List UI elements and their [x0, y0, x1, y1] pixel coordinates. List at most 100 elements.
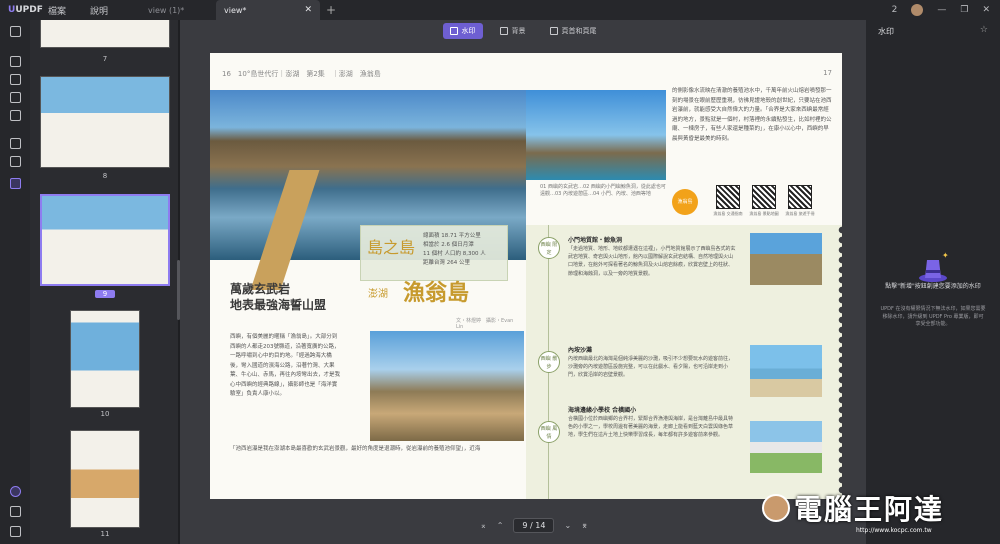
empty-state-title: 點擊"新增"按鈕創建您要添加的水印 — [885, 283, 981, 290]
thumbnail-panel: 7 8 9 10 11 — [30, 20, 178, 544]
section-title: 小門地質館・鯨魚洞 — [568, 237, 623, 244]
page-icon[interactable] — [10, 92, 21, 103]
thumbnail-page-9[interactable] — [40, 194, 170, 286]
watermark-tool-icon[interactable] — [10, 178, 21, 189]
close-icon[interactable]: ✕ — [304, 5, 312, 15]
tool-rail — [0, 20, 30, 544]
close-window-icon[interactable]: ✕ — [982, 5, 990, 15]
running-header-right: 17 — [823, 69, 832, 77]
thumbnail-label-selected: 9 — [95, 290, 115, 298]
article-title: 萬歲玄武岩 地表最強海誓山盟 澎湖 漁翁島 文・林煜婷 攝影・Evan Lin — [230, 275, 520, 330]
watermark-icon — [449, 27, 458, 35]
stamp-edge — [832, 225, 842, 499]
thumbnail-page-11[interactable] — [70, 430, 140, 528]
title-left: 萬歲玄武岩 地表最強海誓山盟 — [230, 281, 326, 313]
page-count[interactable]: 2 — [892, 5, 898, 15]
info-box-title: 島之島 — [367, 238, 416, 257]
article-body-1: 西嶼，有個美麗的暱稱「漁翁島」。大部分到西嶼的人都走203號縣道，沿著寬廣的公路… — [230, 334, 341, 397]
form-icon[interactable] — [10, 110, 21, 121]
section-photo — [750, 421, 822, 473]
menu-file[interactable]: 檔案 — [36, 4, 78, 17]
tab-view-active[interactable]: view* ✕ — [216, 0, 320, 20]
thumbnail-page-10[interactable] — [70, 310, 140, 408]
tab-view-1[interactable]: view (1)* — [140, 0, 212, 20]
total-pages: 14 — [535, 521, 546, 530]
avatar[interactable] — [911, 4, 924, 16]
app-logo: UUPDF — [8, 5, 43, 15]
panel-title: 水印 — [878, 27, 894, 36]
info-badge: 漁翁島 INFO — [672, 189, 698, 231]
title-line-1: 萬歲玄武岩 — [230, 282, 291, 296]
title-main: 漁翁島 — [403, 280, 470, 306]
next-page-icon[interactable]: ⌄ — [564, 521, 571, 530]
watermark-button[interactable]: 水印 — [442, 23, 483, 39]
comment-icon[interactable] — [10, 56, 21, 67]
section-photo — [750, 345, 822, 397]
coast-photo — [370, 331, 524, 441]
section-body: 「走過地質、地形、地紋都遭遇在這裡」，小門地質館展示了西嶼島各式的玄武岩地質、奇… — [568, 246, 736, 277]
restore-icon[interactable]: ❐ — [960, 5, 968, 15]
site-watermark-url: http://www.kocpc.com.tw — [856, 527, 932, 534]
menu-help[interactable]: 說明 — [78, 4, 120, 17]
thumbnail-label: 11 — [100, 530, 110, 538]
running-header-left: 16 10°島世代行｜澎湖 第2集 ｜澎湖 漁翁島 — [222, 70, 381, 78]
info-box: 島之島 總面積 18.71 平方公里 相當於 2.6 個日月潭 11 個村 人口… — [360, 225, 508, 281]
title-prefix: 澎湖 — [368, 289, 388, 300]
prev-page-icon[interactable]: ⌃ — [497, 521, 504, 530]
section-tag: 西嶼 限定 — [538, 237, 560, 259]
svg-text:✦: ✦ — [942, 251, 949, 260]
title-line-2: 地表最強海誓山盟 — [230, 298, 327, 312]
minimize-icon[interactable]: — — [937, 5, 946, 15]
section-body: 合橫國小位於西嶼鄉的合界村，緊鄰合界漁港與海岸，是台灣離島中最具特色的小學之一，… — [568, 416, 734, 439]
spots-section: 西嶼 限定 小門地質館・鯨魚洞 「走過地質、地形、地紋都遭遇在這裡」，小門地質館… — [526, 225, 842, 499]
sea-arch-photo — [526, 90, 666, 180]
background-label: 背景 — [511, 27, 526, 35]
qr-code — [752, 185, 776, 209]
new-tab-icon[interactable]: + — [326, 3, 336, 17]
stat-population: 11 個村 人口約 8,300 人 — [423, 251, 486, 257]
page-navigator: ⌅ ⌃ 9 / 14 ⌄ ⌆ — [480, 518, 588, 533]
photo-caption: 01 西嶼的玄武岩…02 西嶼的小門嶼鯨魚洞，從此處也可遠觀…03 內垵遊憩區…… — [540, 184, 666, 197]
thumbnail-page-7[interactable] — [40, 20, 170, 48]
info-stats: 總面積 18.71 平方公里 相當於 2.6 個日月潭 11 個村 人口約 8,… — [423, 232, 486, 268]
page-separator: / — [530, 521, 533, 530]
reader-icon[interactable] — [10, 26, 21, 37]
info-qr-row: 漁翁島 INFO 漁翁島 交通指南 漁翁島 景點地圖 漁翁島 旅遊手冊 — [672, 185, 832, 231]
qr-label: 漁翁島 景點地圖 — [749, 211, 779, 216]
qr-label: 漁翁島 交通指南 — [713, 211, 743, 216]
tab-label: view* — [224, 5, 247, 15]
qr-label: 漁翁島 旅遊手冊 — [785, 211, 815, 216]
stamp-icon[interactable] — [10, 156, 21, 167]
header-footer-button[interactable]: 頁首和頁尾 — [543, 23, 604, 39]
attachment-icon[interactable] — [10, 526, 21, 537]
section-title: 海境邊緣小學校 合橫國小 — [568, 407, 637, 414]
watermark-toolbar: 水印 背景 頁首和頁尾 — [180, 20, 866, 42]
byline: 文・林煜婷 攝影・Evan Lin — [456, 318, 514, 330]
watermark-avatar — [762, 494, 790, 522]
header-footer-icon — [549, 27, 558, 35]
last-page-icon[interactable]: ⌆ — [581, 521, 588, 530]
background-icon — [499, 27, 508, 35]
watermark-label: 水印 — [461, 27, 476, 35]
section-body: 內垵西嶼最北的海灣是個純淨美麗的沙灘，吸引不少想要玩水的遊客前往，沙灘旁的內垵遊… — [568, 356, 734, 379]
thumbnail-page-8[interactable] — [40, 76, 170, 168]
watermark-panel: 水印 ☆ ✦ 點擊"新增"按鈕創建您要添加的水印 UPDF 在沒有權限情況下無法… — [866, 20, 1000, 544]
edit-icon[interactable] — [10, 74, 21, 85]
first-page-icon[interactable]: ⌅ — [480, 521, 487, 530]
bookmark-icon[interactable] — [10, 506, 21, 517]
current-page: 9 — [522, 521, 528, 530]
title-bar: UUPDF 檔案 說明 view (1)* view* ✕ + 2 — ❐ ✕ — [0, 0, 1000, 20]
section-photo — [750, 233, 822, 285]
site-watermark: 電腦王阿達 — [794, 493, 945, 526]
thumbnail-label: 8 — [102, 172, 108, 180]
star-icon[interactable]: ☆ — [980, 25, 988, 35]
stat-compare: 相當於 2.6 個日月潭 — [423, 242, 474, 248]
boardwalk — [250, 170, 320, 290]
layers-icon[interactable] — [10, 486, 21, 497]
protect-icon[interactable] — [10, 138, 21, 149]
article-right-column: 的側影像水流映在清澈的養殖池水中，千萬年前火山熔岩噴發那一刻的場景在眼前歷歷重現… — [672, 88, 832, 142]
background-button[interactable]: 背景 — [493, 23, 533, 39]
document-area: 水印 背景 頁首和頁尾 16 10°島世代行｜澎湖 第2集 ｜澎湖 漁翁島 17… — [180, 20, 866, 544]
page-input[interactable]: 9 / 14 — [513, 518, 555, 533]
qr-code — [716, 185, 740, 209]
